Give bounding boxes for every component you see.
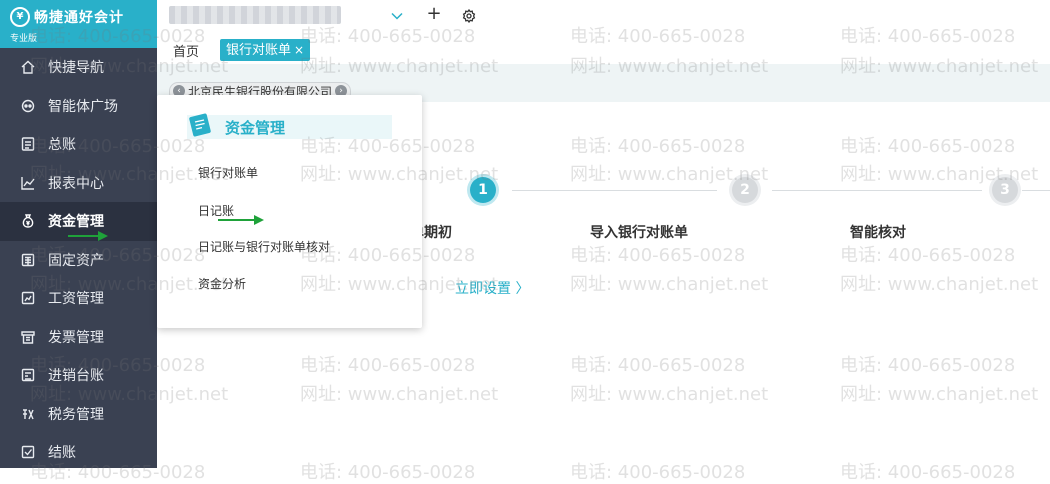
book-icon (20, 367, 36, 383)
sidebar-item-checkout[interactable]: 结账 (0, 433, 157, 468)
sidebar-item-label: 智能体广场 (48, 98, 118, 115)
ledger-icon (20, 136, 36, 152)
step-connector (1022, 190, 1050, 191)
sidebar-item-tax[interactable]: 税务管理 (0, 395, 157, 434)
company-selector[interactable] (169, 6, 341, 24)
add-tab-button[interactable]: + (425, 5, 443, 23)
menu-header: 资金管理 (187, 112, 392, 139)
sidebar-item-label: 结账 (48, 445, 76, 462)
sidebar-item-general-ledger[interactable]: 总账 (0, 125, 157, 164)
settings-icon[interactable] (462, 8, 476, 24)
sidebar-item-agent-plaza[interactable]: 智能体广场 (0, 87, 157, 126)
step-connector (512, 190, 717, 191)
step-2-label: 导入银行对账单 (590, 225, 688, 241)
brand-header[interactable]: ¥ 畅捷通好会计 专业版 (0, 0, 157, 48)
step-1-indicator: 1 (470, 177, 496, 203)
tab-home[interactable]: 首页 (173, 41, 199, 60)
setup-now-link[interactable]: 立即设置 〉 (455, 278, 529, 298)
sidebar-item-report-center[interactable]: 报表中心 (0, 164, 157, 203)
annotation-arrow (218, 215, 264, 225)
home-icon (20, 59, 36, 75)
sidebar-item-label: 税务管理 (48, 406, 104, 423)
tab-label: 银行对账单 (226, 43, 292, 58)
tabs-bar: 首页 银行对账单 × (157, 36, 1050, 64)
building-icon (20, 252, 36, 268)
tab-bank-statement[interactable]: 银行对账单 × (220, 39, 311, 61)
sidebar-item-label: 报表中心 (48, 175, 104, 192)
step-3-indicator: 3 (992, 177, 1018, 203)
sidebar-item-label: 发票管理 (48, 329, 104, 346)
annotation-arrow (68, 231, 108, 241)
menu-item-fund-analysis[interactable]: 资金分析 (198, 275, 246, 292)
sidebar-item-fixed-assets[interactable]: 固定资产 (0, 241, 157, 280)
document-icon (187, 112, 217, 138)
chart-icon (20, 175, 36, 191)
brand-edition: 专业版 (10, 34, 38, 44)
step-2-indicator: 2 (732, 177, 758, 203)
sidebar-item-label: 快捷导航 (48, 60, 104, 77)
menu-item-journal-reconcile[interactable]: 日记账与银行对账单核对 (198, 238, 330, 255)
tax-icon (20, 406, 36, 422)
sidebar-item-invoice[interactable]: 发票管理 (0, 318, 157, 357)
salary-icon (20, 290, 36, 306)
sidebar-item-label: 固定资产 (48, 252, 104, 269)
robot-icon (20, 98, 36, 114)
sidebar-item-label: 工资管理 (48, 291, 104, 308)
step-connector (772, 190, 982, 191)
menu-title: 资金管理 (225, 118, 286, 137)
step-3-label: 智能核对 (850, 225, 906, 241)
invoice-icon (20, 329, 36, 345)
brand-name: 畅捷通好会计 (34, 10, 124, 26)
sidebar-item-label: 进销台账 (48, 368, 104, 385)
close-icon[interactable]: × (294, 43, 304, 57)
brand-logo-icon: ¥ (10, 7, 30, 27)
sidebar-item-sales-ledger[interactable]: 进销台账 (0, 356, 157, 395)
sidebar-item-payroll[interactable]: 工资管理 (0, 279, 157, 318)
sidebar-item-label: 资金管理 (48, 214, 104, 231)
chevron-down-icon[interactable] (390, 8, 404, 22)
sidebar-nav: 快捷导航 智能体广场 总账 报表中心 资金管理 固定资产 工资管理 发票管理 进… (0, 48, 157, 468)
checkout-icon (20, 444, 36, 460)
sidebar-item-quick-nav[interactable]: 快捷导航 (0, 48, 157, 87)
money-bag-icon (20, 213, 36, 229)
top-bar: + (157, 0, 1050, 36)
fund-management-menu: 资金管理 银行对账单 日记账 日记账与银行对账单核对 资金分析 (157, 95, 422, 328)
sidebar-item-label: 总账 (48, 137, 76, 154)
menu-item-bank-statement[interactable]: 银行对账单 (198, 164, 258, 181)
